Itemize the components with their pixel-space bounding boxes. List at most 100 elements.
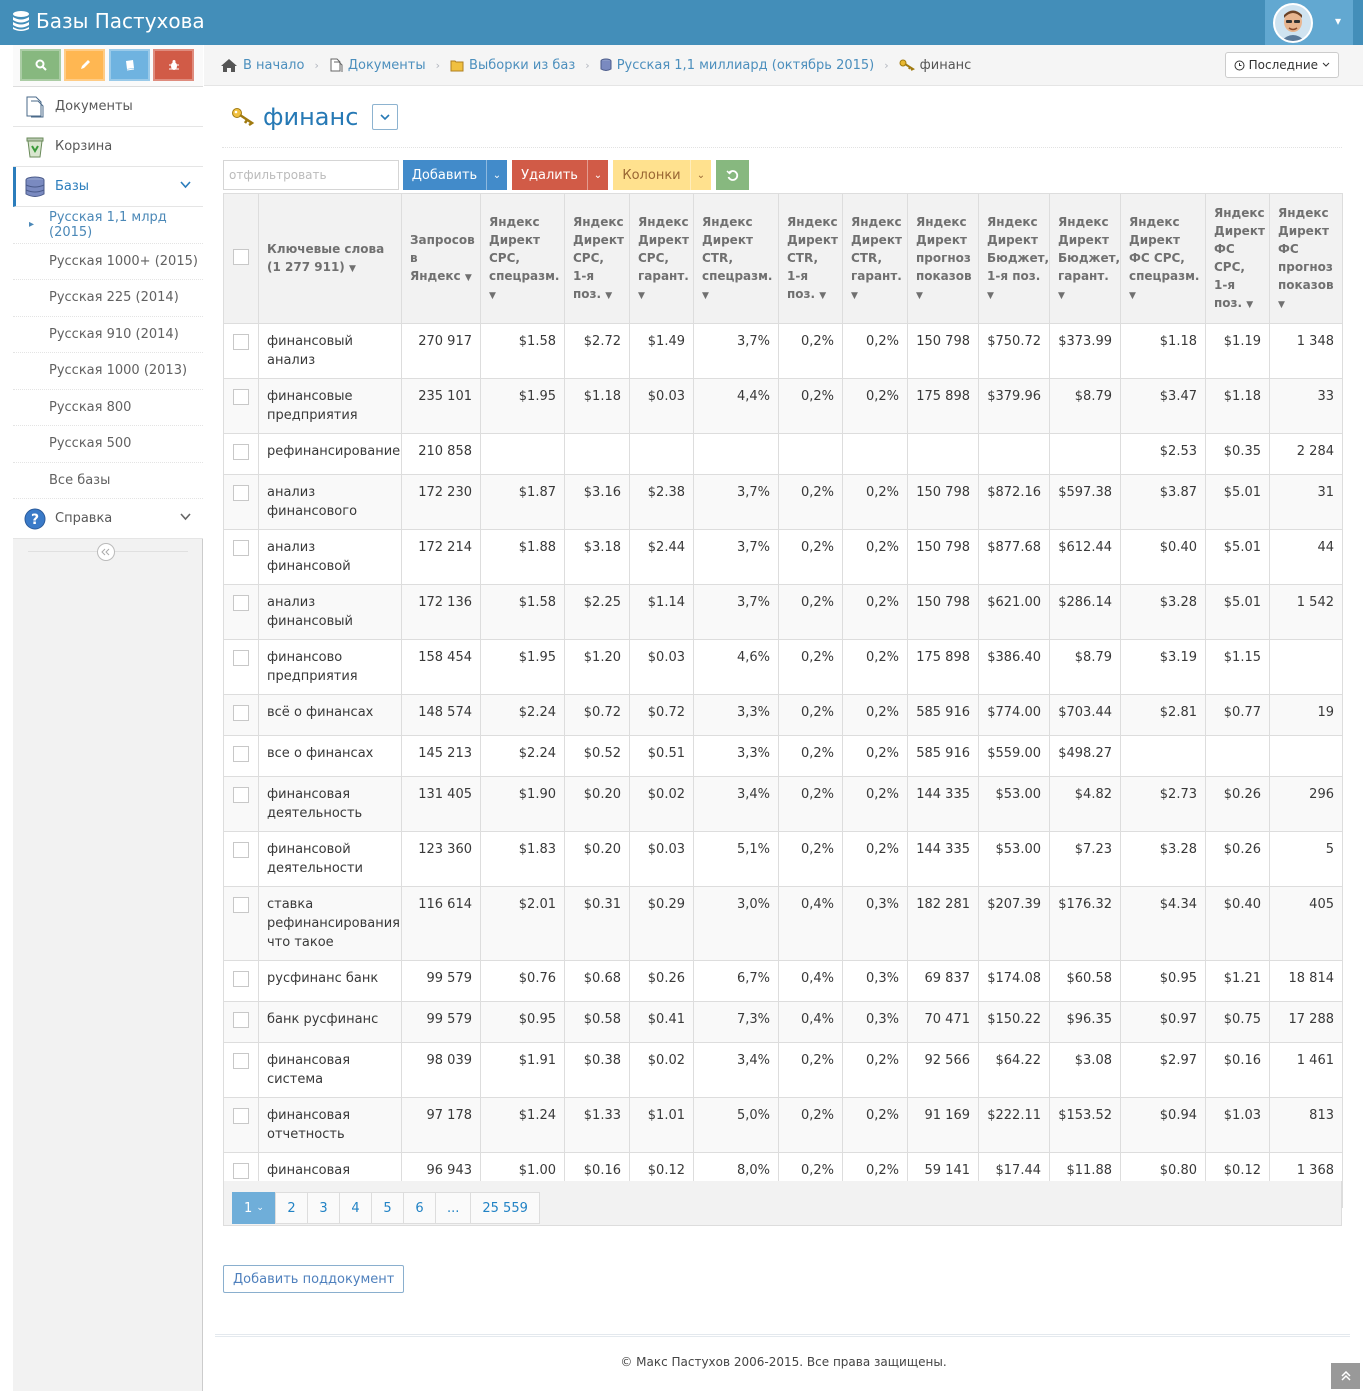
column-header[interactable]: Яндекс Директ прогноз показов ▼: [907, 193, 979, 324]
table-row[interactable]: все о финансах 145 213 $2.24 $0.52 $0.51 3,3%…: [223, 735, 1343, 777]
page-button[interactable]: 3: [306, 1192, 340, 1224]
columns-button[interactable]: Колонки: [613, 160, 690, 190]
column-header[interactable]: Яндекс Директ CTR, 1-я поз. ▼: [778, 193, 843, 324]
sidebar-item-trash[interactable]: Корзина: [13, 127, 203, 167]
sidebar-subitem-base[interactable]: Русская 910 (2014): [13, 316, 203, 353]
sort-caret-icon: ▼: [638, 290, 645, 301]
row-checkbox[interactable]: [233, 334, 249, 350]
edit-shortcut-button[interactable]: [64, 49, 105, 81]
document-icon: [330, 58, 343, 72]
page-button[interactable]: 2: [274, 1192, 308, 1224]
sidebar-subitem-base[interactable]: Все базы: [13, 462, 203, 499]
table-row[interactable]: анализ финансового 172 230 $1.87 $3.16 $2.38…: [223, 474, 1343, 530]
row-select-cell: [223, 886, 259, 961]
add-button[interactable]: Добавить: [403, 160, 486, 190]
value-cell: $0.02: [629, 776, 694, 832]
user-menu[interactable]: ▾: [1265, 0, 1353, 45]
row-checkbox[interactable]: [233, 971, 249, 987]
delete-dropdown-button[interactable]: ⌄: [587, 160, 608, 190]
sidebar-item-help[interactable]: ? Справка: [13, 499, 203, 539]
refresh-button[interactable]: [716, 160, 749, 190]
table-row[interactable]: банк русфинанс 99 579 $0.95 $0.58 $0.41 7,3% 0…: [223, 1001, 1343, 1043]
sidebar-collapse-button[interactable]: [97, 543, 115, 561]
row-checkbox[interactable]: [233, 787, 249, 803]
add-dropdown-button[interactable]: ⌄: [486, 160, 507, 190]
breadcrumb-selections[interactable]: Выборки из баз: [450, 58, 575, 73]
value-cell: [480, 433, 565, 475]
column-header[interactable]: Яндекс Директ CPC, спецразм. ▼: [480, 193, 565, 324]
title-dropdown-button[interactable]: [372, 104, 399, 130]
book-shortcut-button[interactable]: [109, 49, 150, 81]
row-checkbox[interactable]: [233, 595, 249, 611]
row-checkbox[interactable]: [233, 897, 249, 913]
row-checkbox[interactable]: [233, 444, 249, 460]
columns-dropdown-button[interactable]: ⌄: [690, 160, 711, 190]
row-checkbox[interactable]: [233, 842, 249, 858]
page-button[interactable]: 6: [402, 1192, 436, 1224]
sidebar-subitem-base[interactable]: Русская 1000+ (2015): [13, 243, 203, 280]
column-header[interactable]: Яндекс Директ ФС CPC, 1-я поз. ▼: [1205, 193, 1270, 324]
row-checkbox[interactable]: [233, 1053, 249, 1069]
table-row[interactable]: финансовая отчетность 97 178 $1.24 $1.33 $1.…: [223, 1097, 1343, 1153]
value-cell: 150 798: [907, 323, 979, 379]
bug-shortcut-button[interactable]: [153, 49, 194, 81]
row-checkbox[interactable]: [233, 705, 249, 721]
column-header-label: Яндекс Директ CPC, гарант.: [638, 214, 689, 283]
column-header[interactable]: Яндекс Директ CPC, 1-я поз. ▼: [564, 193, 630, 324]
recent-dropdown[interactable]: Последние: [1224, 52, 1339, 78]
page-button[interactable]: 4: [338, 1192, 372, 1224]
page-ellipsis[interactable]: ...: [434, 1192, 472, 1224]
breadcrumb-home[interactable]: В начало: [220, 58, 304, 73]
table-row[interactable]: финансово предприятия 158 454 $1.95 $1.20 $0…: [223, 639, 1343, 695]
table-row[interactable]: всё о финансах 148 574 $2.24 $0.72 $0.72 3,3%…: [223, 694, 1343, 736]
table-row[interactable]: финансовой деятельности 123 360 $1.83 $0.20…: [223, 831, 1343, 887]
scroll-top-button[interactable]: [1331, 1363, 1360, 1389]
page-button-last[interactable]: 25 559: [470, 1192, 540, 1224]
table-row[interactable]: анализ финансовый 172 136 $1.58 $2.25 $1.14 3…: [223, 584, 1343, 640]
row-checkbox[interactable]: [233, 1163, 249, 1179]
sidebar-subitem-base[interactable]: Русская 1000 (2013): [13, 353, 203, 390]
sidebar-subitem-base[interactable]: Русская 800: [13, 389, 203, 426]
row-checkbox[interactable]: [233, 389, 249, 405]
table-row[interactable]: анализ финансовой 172 214 $1.88 $3.18 $2.44 3…: [223, 529, 1343, 585]
row-checkbox[interactable]: [233, 650, 249, 666]
column-header[interactable]: Яндекс Директ ФС CPC, спецразм. ▼: [1120, 193, 1206, 324]
add-subdocument-button[interactable]: Добавить поддокумент: [223, 1265, 405, 1293]
search-shortcut-button[interactable]: [20, 49, 61, 81]
row-checkbox[interactable]: [233, 746, 249, 762]
breadcrumb-documents[interactable]: Документы: [329, 58, 426, 73]
column-header[interactable]: Ключевые слова (1 277 911) ▼: [258, 193, 402, 324]
sidebar-subitem-label: Русская 500: [49, 436, 132, 452]
row-checkbox[interactable]: [233, 1108, 249, 1124]
page-button[interactable]: 5: [370, 1192, 404, 1224]
column-header[interactable]: Яндекс Директ CPC, гарант. ▼: [629, 193, 694, 324]
filter-input[interactable]: [223, 160, 399, 190]
breadcrumb-base[interactable]: Русская 1,1 миллиард (октябрь 2015): [600, 58, 874, 73]
table-row[interactable]: рефинансирование 210 858 $2.53 $0.35 2 284: [223, 433, 1343, 475]
sidebar-subitem-base[interactable]: Русская 500: [13, 426, 203, 463]
sidebar-subitem-base[interactable]: Русская 1,1 млрд (2015): [13, 207, 203, 244]
column-header[interactable]: Яндекс Директ CTR, спецразм. ▼: [693, 193, 779, 324]
row-checkbox[interactable]: [233, 1012, 249, 1028]
column-header[interactable]: Запросов в Яндекс ▼: [401, 193, 481, 324]
row-checkbox[interactable]: [233, 540, 249, 556]
sidebar-item-documents[interactable]: Документы: [13, 87, 203, 127]
table-row[interactable]: ставка рефинансирования что такое 116 614…: [223, 886, 1343, 961]
value-cell: 405: [1269, 886, 1343, 961]
page-button[interactable]: 1 ⌄: [232, 1192, 276, 1224]
sidebar-item-bases[interactable]: Базы: [13, 167, 203, 207]
row-checkbox[interactable]: [233, 485, 249, 501]
table-row[interactable]: финансовая деятельность 131 405 $1.90 $0.20…: [223, 776, 1343, 832]
column-header[interactable]: Яндекс Директ Бюджет, гарант. ▼: [1049, 193, 1121, 324]
brand[interactable]: Базы Пастухова: [12, 9, 205, 33]
sidebar-subitem-base[interactable]: Русская 225 (2014): [13, 280, 203, 317]
column-header[interactable]: Яндекс Директ ФС прогноз показов ▼: [1269, 193, 1343, 324]
table-row[interactable]: финансовый анализ 270 917 $1.58 $2.72 $1.49 3…: [223, 323, 1343, 379]
delete-button[interactable]: Удалить: [512, 160, 587, 190]
table-row[interactable]: финансовые предприятия 235 101 $1.95 $1.18 $…: [223, 378, 1343, 434]
column-header[interactable]: Яндекс Директ CTR, гарант. ▼: [842, 193, 908, 324]
table-row[interactable]: русфинанс банк 99 579 $0.76 $0.68 $0.26 6,7% 0…: [223, 960, 1343, 1002]
column-header[interactable]: Яндекс Директ Бюджет, 1-я поз. ▼: [978, 193, 1050, 324]
select-all-checkbox[interactable]: [233, 249, 249, 265]
table-row[interactable]: финансовая система 98 039 $1.91 $0.38 $0.02 3…: [223, 1042, 1343, 1098]
